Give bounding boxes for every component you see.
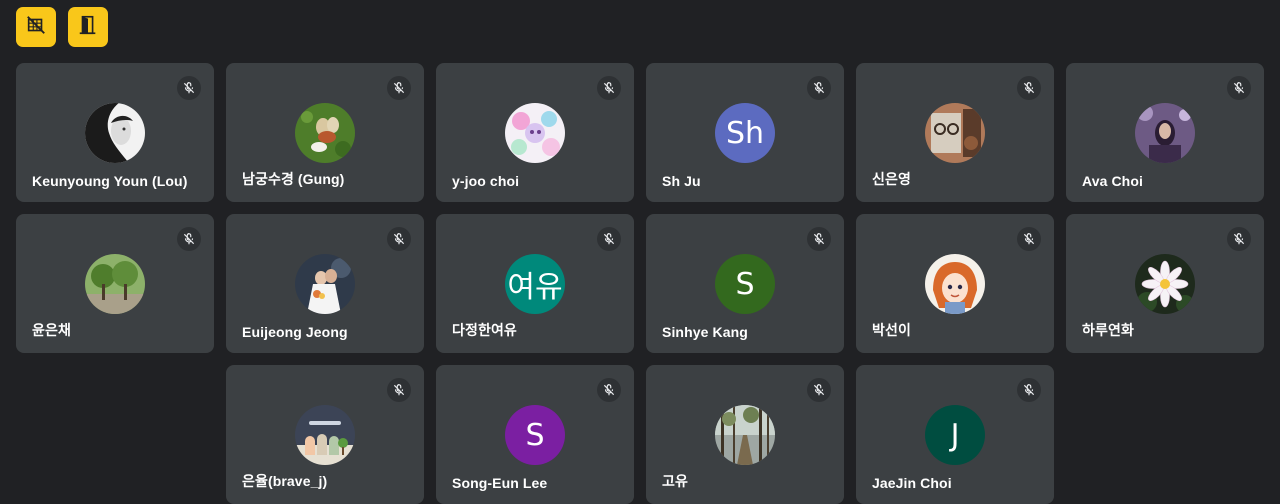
participant-name: Song-Eun Lee bbox=[452, 475, 548, 491]
avatar bbox=[1135, 254, 1195, 314]
door-exit-icon bbox=[77, 14, 99, 41]
mic-off-icon bbox=[1017, 227, 1041, 251]
mic-off-icon bbox=[387, 76, 411, 100]
participant-tile[interactable]: S Sinhye Kang bbox=[646, 214, 844, 353]
mic-off-icon bbox=[1227, 76, 1251, 100]
participant-name: JaeJin Choi bbox=[872, 475, 952, 491]
participant-name: Ava Choi bbox=[1082, 173, 1143, 189]
avatar: Sh bbox=[715, 103, 775, 163]
participant-tile[interactable]: 은율(brave_j) bbox=[226, 365, 424, 504]
avatar bbox=[85, 254, 145, 314]
participant-name: Keunyoung Youn (Lou) bbox=[32, 173, 188, 189]
avatar bbox=[925, 103, 985, 163]
avatar bbox=[295, 405, 355, 465]
mic-off-icon bbox=[807, 227, 831, 251]
mic-off-icon bbox=[807, 76, 831, 100]
participant-tile[interactable]: 남궁수경 (Gung) bbox=[226, 63, 424, 202]
mic-off-icon bbox=[1227, 227, 1251, 251]
avatar bbox=[715, 405, 775, 465]
avatar: S bbox=[505, 405, 565, 465]
avatar: S bbox=[715, 254, 775, 314]
mic-off-icon bbox=[177, 76, 201, 100]
participant-tile[interactable]: S Song-Eun Lee bbox=[436, 365, 634, 504]
participant-name: Euijeong Jeong bbox=[242, 324, 348, 340]
participant-tile[interactable]: 신은영 bbox=[856, 63, 1054, 202]
participant-tile[interactable]: 윤은채 bbox=[16, 214, 214, 353]
participant-tile[interactable]: Ava Choi bbox=[1066, 63, 1264, 202]
participant-tile[interactable]: y-joo choi bbox=[436, 63, 634, 202]
participant-name: 하루연화 bbox=[1082, 322, 1134, 338]
leave-button[interactable] bbox=[68, 7, 108, 47]
participant-tile[interactable]: J JaeJin Choi bbox=[856, 365, 1054, 504]
participant-tile[interactable]: 박선이 bbox=[856, 214, 1054, 353]
participant-name: 윤은채 bbox=[32, 322, 71, 338]
participant-name: 다정한여유 bbox=[452, 322, 517, 338]
avatar: J bbox=[925, 405, 985, 465]
participant-name: 박선이 bbox=[872, 322, 911, 338]
participant-name: y-joo choi bbox=[452, 173, 520, 189]
participant-name: 신은영 bbox=[872, 171, 911, 187]
avatar bbox=[85, 103, 145, 163]
participant-tile[interactable]: Sh Sh Ju bbox=[646, 63, 844, 202]
mic-off-icon bbox=[1017, 76, 1041, 100]
mic-off-icon bbox=[807, 378, 831, 402]
avatar: 여유 bbox=[505, 254, 565, 314]
top-toolbar bbox=[16, 7, 108, 47]
participant-name: 고유 bbox=[662, 473, 688, 489]
participant-tile[interactable]: 여유다정한여유 bbox=[436, 214, 634, 353]
mic-off-icon bbox=[177, 227, 201, 251]
mic-off-icon bbox=[1017, 378, 1041, 402]
avatar bbox=[295, 254, 355, 314]
participant-name: Sinhye Kang bbox=[662, 324, 748, 340]
participant-name: Sh Ju bbox=[662, 173, 701, 189]
participant-tile[interactable]: Keunyoung Youn (Lou) bbox=[16, 63, 214, 202]
mic-off-icon bbox=[387, 227, 411, 251]
camera-off-grid-icon bbox=[25, 14, 47, 41]
participant-name: 은율(brave_j) bbox=[242, 473, 328, 489]
mic-off-icon bbox=[597, 76, 621, 100]
participant-name: 남궁수경 (Gung) bbox=[242, 171, 345, 187]
participant-tile[interactable]: 고유 bbox=[646, 365, 844, 504]
mic-off-icon bbox=[597, 378, 621, 402]
avatar bbox=[1135, 103, 1195, 163]
mic-off-icon bbox=[387, 378, 411, 402]
participant-tile[interactable]: 하루연화 bbox=[1066, 214, 1264, 353]
mic-off-icon bbox=[597, 227, 621, 251]
avatar bbox=[505, 103, 565, 163]
avatar bbox=[925, 254, 985, 314]
camera-off-button[interactable] bbox=[16, 7, 56, 47]
participant-tile[interactable]: Euijeong Jeong bbox=[226, 214, 424, 353]
avatar bbox=[295, 103, 355, 163]
